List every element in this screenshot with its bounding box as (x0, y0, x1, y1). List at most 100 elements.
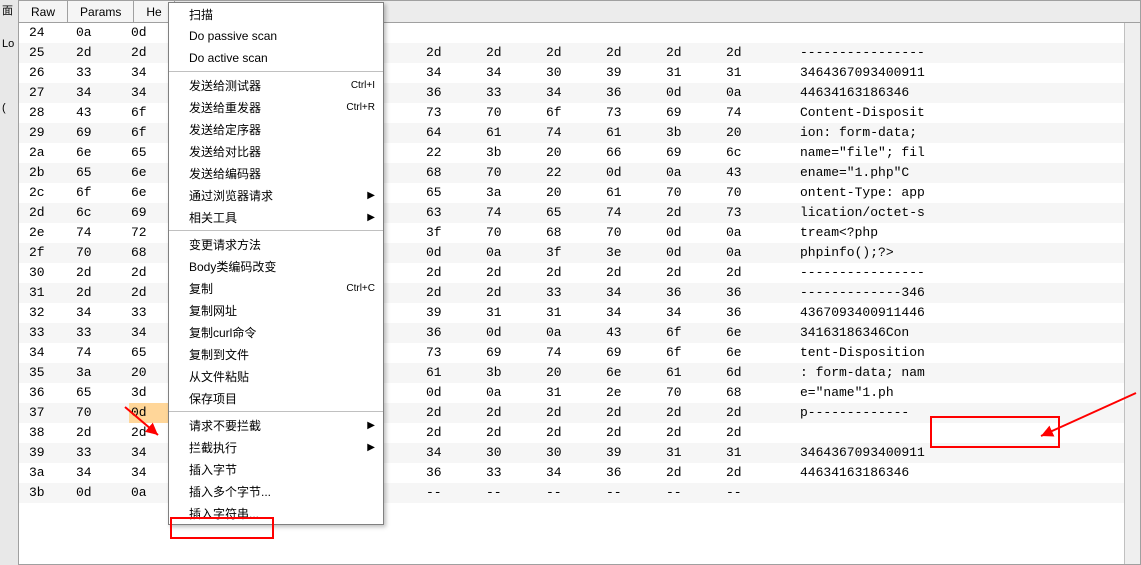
hex-cell[interactable]: 69 (664, 103, 724, 123)
hex-cell[interactable]: 30 (484, 443, 544, 463)
hex-cell[interactable]: 3b (484, 143, 544, 163)
hex-cell[interactable]: 2d (664, 463, 724, 483)
hex-cell[interactable] (664, 23, 724, 43)
menu-item[interactable]: 发送给重发器Ctrl+R (169, 96, 383, 118)
menu-item[interactable]: Do active scan (169, 47, 383, 69)
menu-item[interactable]: Body类编码改变 (169, 255, 383, 277)
hex-cell[interactable]: 30 (544, 63, 604, 83)
hex-cell[interactable]: 2d (604, 423, 664, 443)
hex-cell[interactable]: 2e (604, 383, 664, 403)
hex-cell[interactable]: 36 (424, 83, 484, 103)
hex-cell[interactable]: 31 (544, 383, 604, 403)
hex-cell[interactable]: 20 (544, 143, 604, 163)
hex-cell[interactable]: 70 (74, 243, 129, 263)
menu-item[interactable]: 插入字节 (169, 458, 383, 480)
hex-cell[interactable]: 6f (544, 103, 604, 123)
hex-cell[interactable]: 2d (604, 263, 664, 283)
hex-cell[interactable]: 73 (424, 103, 484, 123)
menu-item[interactable]: 扫描 (169, 3, 383, 25)
hex-cell[interactable]: -- (664, 483, 724, 503)
hex-cell[interactable]: 0d (424, 383, 484, 403)
hex-cell[interactable]: 61 (604, 183, 664, 203)
menu-item[interactable]: 拦截执行▶ (169, 436, 383, 458)
hex-cell[interactable]: 3f (424, 223, 484, 243)
hex-cell[interactable] (604, 23, 664, 43)
hex-cell[interactable] (724, 23, 784, 43)
hex-cell[interactable]: 61 (424, 363, 484, 383)
hex-cell[interactable]: 0d (74, 483, 129, 503)
hex-cell[interactable]: 20 (724, 123, 784, 143)
hex-cell[interactable]: 2d (664, 423, 724, 443)
hex-cell[interactable]: 74 (544, 123, 604, 143)
hex-cell[interactable]: 6e (724, 323, 784, 343)
hex-cell[interactable]: 2d (664, 263, 724, 283)
hex-cell[interactable]: 33 (74, 323, 129, 343)
hex-cell[interactable]: 0d (664, 243, 724, 263)
hex-cell[interactable]: 68 (724, 383, 784, 403)
hex-cell[interactable]: 33 (544, 283, 604, 303)
hex-cell[interactable]: 2d (724, 403, 784, 423)
hex-cell[interactable]: 74 (74, 223, 129, 243)
hex-cell[interactable]: 34 (74, 83, 129, 103)
hex-cell[interactable]: -- (604, 483, 664, 503)
hex-cell[interactable]: 74 (724, 103, 784, 123)
hex-cell[interactable]: 0a (484, 243, 544, 263)
hex-cell[interactable]: 0a (484, 383, 544, 403)
menu-item[interactable]: 变更请求方法 (169, 233, 383, 255)
hex-cell[interactable]: 36 (664, 283, 724, 303)
hex-cell[interactable]: 20 (544, 363, 604, 383)
hex-cell[interactable]: 2d (544, 403, 604, 423)
tab-params[interactable]: Params (68, 1, 134, 22)
hex-cell[interactable]: 6f (664, 343, 724, 363)
hex-cell[interactable]: 33 (484, 83, 544, 103)
hex-cell[interactable]: 36 (424, 463, 484, 483)
hex-cell[interactable]: 2d (424, 403, 484, 423)
hex-cell[interactable]: 3b (664, 123, 724, 143)
hex-cell[interactable]: 70 (604, 223, 664, 243)
hex-cell[interactable]: 73 (424, 343, 484, 363)
hex-cell[interactable]: 69 (604, 343, 664, 363)
hex-cell[interactable]: 2d (604, 403, 664, 423)
hex-cell[interactable]: 33 (484, 463, 544, 483)
hex-cell[interactable]: 36 (604, 463, 664, 483)
hex-cell[interactable]: 22 (424, 143, 484, 163)
hex-cell[interactable]: 61 (604, 123, 664, 143)
hex-cell[interactable]: 31 (724, 443, 784, 463)
hex-cell[interactable]: 36 (424, 323, 484, 343)
hex-cell[interactable]: 3a (74, 363, 129, 383)
hex-cell[interactable]: 34 (424, 63, 484, 83)
hex-cell[interactable]: 43 (604, 323, 664, 343)
hex-cell[interactable]: 30 (544, 443, 604, 463)
hex-cell[interactable]: 2d (664, 43, 724, 63)
hex-cell[interactable]: 65 (74, 383, 129, 403)
hex-cell[interactable]: 6c (74, 203, 129, 223)
menu-item[interactable]: 请求不要拦截▶ (169, 414, 383, 436)
hex-cell[interactable]: -- (724, 483, 784, 503)
hex-cell[interactable]: 69 (74, 123, 129, 143)
hex-cell[interactable]: 34 (664, 303, 724, 323)
hex-cell[interactable]: 2d (74, 423, 129, 443)
hex-cell[interactable]: 31 (484, 303, 544, 323)
hex-cell[interactable]: 2d (724, 263, 784, 283)
menu-item[interactable]: 复制网址 (169, 299, 383, 321)
menu-item[interactable]: 发送给定序器 (169, 118, 383, 140)
menu-item[interactable]: 通过浏览器请求▶ (169, 184, 383, 206)
hex-cell[interactable]: 70 (724, 183, 784, 203)
hex-cell[interactable]: 70 (664, 383, 724, 403)
hex-cell[interactable]: 0a (724, 223, 784, 243)
menu-item[interactable]: 插入多个字节... (169, 480, 383, 502)
hex-cell[interactable]: 33 (74, 63, 129, 83)
hex-cell[interactable]: 0a (544, 323, 604, 343)
hex-cell[interactable]: 61 (664, 363, 724, 383)
hex-cell[interactable]: 2d (604, 43, 664, 63)
hex-cell[interactable]: 2d (424, 43, 484, 63)
hex-cell[interactable] (424, 23, 484, 43)
hex-cell[interactable]: 3e (604, 243, 664, 263)
hex-cell[interactable]: 0d (484, 323, 544, 343)
hex-cell[interactable]: 6f (74, 183, 129, 203)
hex-cell[interactable]: -- (544, 483, 604, 503)
hex-cell[interactable]: 70 (664, 183, 724, 203)
hex-cell[interactable]: 33 (74, 443, 129, 463)
menu-item[interactable]: Do passive scan (169, 25, 383, 47)
hex-cell[interactable]: 74 (544, 343, 604, 363)
